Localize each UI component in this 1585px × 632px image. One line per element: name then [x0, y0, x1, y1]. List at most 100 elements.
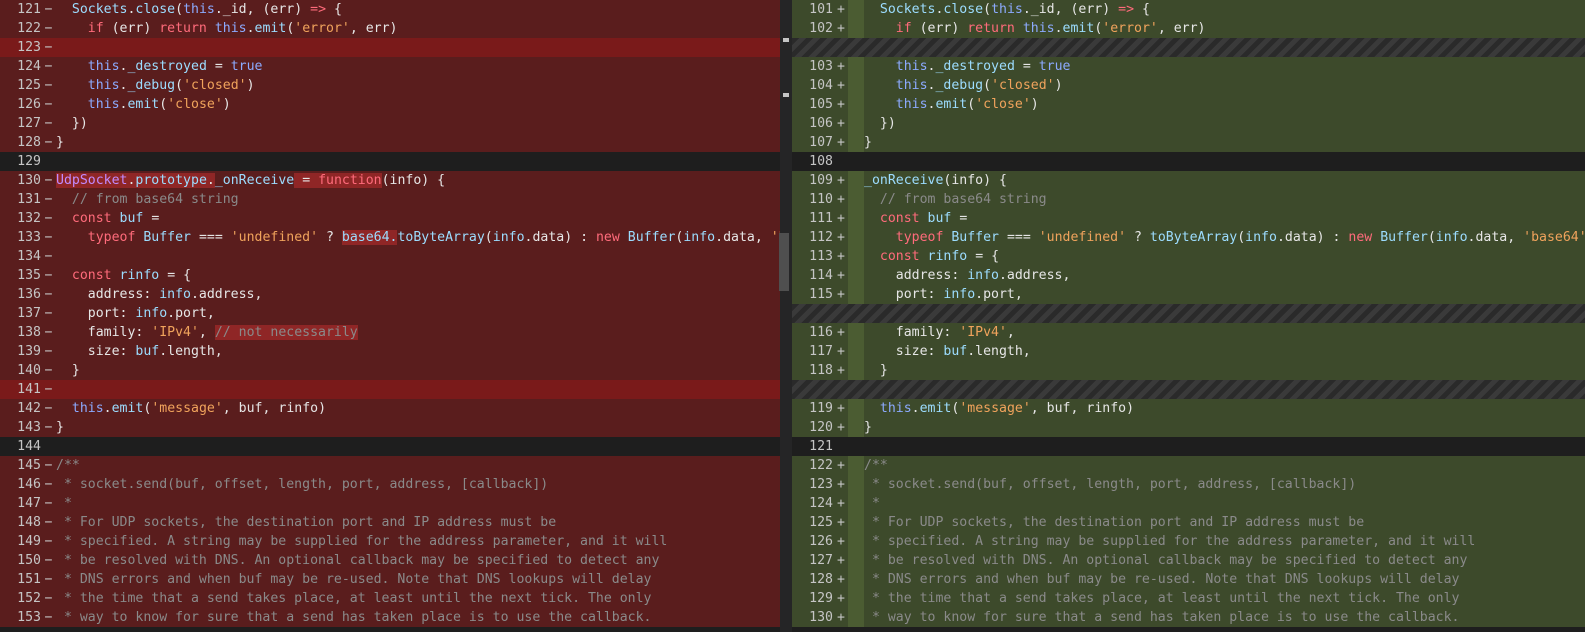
code-line[interactable]: 139− size: buf.length, [0, 342, 780, 361]
code-line[interactable]: 151− * DNS errors and when buf may be re… [0, 570, 780, 589]
code-line[interactable]: 116 + family: 'IPv4', [792, 323, 1585, 342]
change-gutter [848, 342, 864, 361]
line-number: 148 [17, 515, 41, 530]
code-line[interactable]: 120 +} [792, 418, 1585, 437]
code-token: ( [1237, 230, 1246, 245]
line-code: this._debug('closed') [56, 76, 780, 95]
code-token: .data, [715, 230, 771, 245]
diff-marker: + [837, 211, 845, 226]
code-line[interactable]: 143−} [0, 418, 780, 437]
code-line[interactable]: 114 + address: info.address, [792, 266, 1585, 285]
line-number: 124 [809, 496, 833, 511]
code-line[interactable]: 124− this._destroyed = true [0, 57, 780, 76]
code-line[interactable]: 121 [792, 437, 1585, 456]
modified-pane[interactable]: 101 + Sockets.close(this._id, (err) => {1… [792, 0, 1585, 632]
change-gutter [848, 209, 864, 228]
code-line[interactable]: 122− if (err) return this.emit('error', … [0, 19, 780, 38]
code-token: if [895, 21, 912, 36]
code-line[interactable]: 129 [0, 152, 780, 171]
change-gutter [848, 532, 864, 551]
code-line[interactable]: 117 + size: buf.length, [792, 342, 1585, 361]
code-line[interactable]: 127 + * be resolved with DNS. An optional… [792, 551, 1585, 570]
code-line[interactable]: 108 [792, 152, 1585, 171]
code-line[interactable]: 144 [0, 437, 780, 456]
code-line[interactable]: 133− typeof Buffer === 'undefined' ? bas… [0, 228, 780, 247]
line-code: * specified. A string may be supplied fo… [56, 532, 780, 551]
code-line[interactable]: 103 + this._destroyed = true [792, 57, 1585, 76]
code-token: , [198, 325, 215, 340]
code-line[interactable]: 124 + * [792, 494, 1585, 513]
code-line[interactable]: 119 + this.emit('message', buf, rinfo) [792, 399, 1585, 418]
code-line[interactable]: 142− this.emit('message', buf, rinfo) [0, 399, 780, 418]
code-line[interactable]: 126− this.emit('close') [0, 95, 780, 114]
code-line[interactable]: 132− const buf = [0, 209, 780, 228]
code-line[interactable]: 125 + * For UDP sockets, the destination … [792, 513, 1585, 532]
diff-editor: 121− Sockets.close(this._id, (err) => {1… [0, 0, 1585, 632]
change-gutter [848, 323, 864, 342]
line-code: const buf = [864, 209, 1585, 228]
code-line[interactable]: 101 + Sockets.close(this._id, (err) => { [792, 0, 1585, 19]
code-line[interactable]: 125− this._debug('closed') [0, 76, 780, 95]
change-gutter [848, 551, 864, 570]
change-gutter [848, 95, 864, 114]
line-number: 141 [17, 382, 41, 397]
code-line[interactable]: 152− * the time that a send takes place,… [0, 589, 780, 608]
code-line[interactable]: 126 + * specified. A string may be suppli… [792, 532, 1585, 551]
filler-row[interactable] [792, 38, 1585, 57]
line-number: 128 [809, 572, 833, 587]
code-line[interactable]: 104 + this._debug('closed') [792, 76, 1585, 95]
code-token: 'message' [151, 401, 223, 416]
code-line[interactable]: 122 + /** [792, 456, 1585, 475]
filler-row[interactable] [792, 380, 1585, 399]
code-line[interactable]: 137− port: info.port, [0, 304, 780, 323]
code-token: * [864, 496, 880, 511]
code-line[interactable]: 123− [0, 38, 780, 57]
code-line[interactable]: 140− } [0, 361, 780, 380]
code-token: } [864, 363, 888, 378]
code-line[interactable]: 128−} [0, 133, 780, 152]
line-code: size: buf.length, [56, 342, 780, 361]
code-line[interactable]: 136− address: info.address, [0, 285, 780, 304]
code-line[interactable]: 102 + if (err) return this.emit('error', … [792, 19, 1585, 38]
code-line[interactable]: 153− * way to know for sure that a send … [0, 608, 780, 627]
code-line[interactable]: 110 + // from base64 string [792, 190, 1585, 209]
diff-marker: − [44, 173, 53, 188]
code-line[interactable]: 129 + * the time that a send takes place,… [792, 589, 1585, 608]
line-number: 118 [809, 363, 833, 378]
code-line[interactable]: 135− const rinfo = { [0, 266, 780, 285]
code-line[interactable]: 127− }) [0, 114, 780, 133]
filler-row[interactable] [792, 304, 1585, 323]
code-line[interactable]: 134− [0, 247, 780, 266]
code-line[interactable]: 121− Sockets.close(this._id, (err) => { [0, 0, 780, 19]
code-line[interactable]: 113 + const rinfo = { [792, 247, 1585, 266]
code-token: * socket.send(buf, offset, length, port,… [56, 477, 549, 492]
code-line[interactable]: 118 + } [792, 361, 1585, 380]
scrollbar-thumb[interactable] [779, 233, 789, 291]
line-number: 135 [17, 268, 41, 283]
code-line[interactable]: 149− * specified. A string may be suppli… [0, 532, 780, 551]
code-line[interactable]: 107 +} [792, 133, 1585, 152]
code-line[interactable]: 130 + * way to know for sure that a send … [792, 608, 1585, 627]
code-line[interactable]: 148− * For UDP sockets, the destination … [0, 513, 780, 532]
code-line[interactable]: 128 + * DNS errors and when buf may be re… [792, 570, 1585, 589]
code-line[interactable]: 130− UdpSocket.prototype._onReceive = fun… [0, 171, 780, 190]
code-line[interactable]: 105 + this.emit('close') [792, 95, 1585, 114]
original-pane[interactable]: 121− Sockets.close(this._id, (err) => {1… [0, 0, 780, 632]
line-code: family: 'IPv4', // not necessarily [56, 323, 780, 342]
code-line[interactable]: 150− * be resolved with DNS. An optional… [0, 551, 780, 570]
code-line[interactable]: 138− family: 'IPv4', // not necessarily [0, 323, 780, 342]
code-line[interactable]: 141− [0, 380, 780, 399]
code-line[interactable]: 145−/** [0, 456, 780, 475]
code-token: this [183, 2, 215, 17]
code-line[interactable]: 115 + port: info.port, [792, 285, 1585, 304]
code-line[interactable]: 106 + }) [792, 114, 1585, 133]
code-line[interactable]: 146− * socket.send(buf, offset, length, … [0, 475, 780, 494]
code-line[interactable]: 111 + const buf = [792, 209, 1585, 228]
code-line[interactable]: 131− // from base64 string [0, 190, 780, 209]
change-gutter [848, 19, 864, 38]
code-line[interactable]: 123 + * socket.send(buf, offset, length, … [792, 475, 1585, 494]
code-line[interactable]: 109 + _onReceive(info) { [792, 171, 1585, 190]
code-line[interactable]: 147− * [0, 494, 780, 513]
code-line[interactable]: 112 + typeof Buffer === 'undefined' ? toB… [792, 228, 1585, 247]
